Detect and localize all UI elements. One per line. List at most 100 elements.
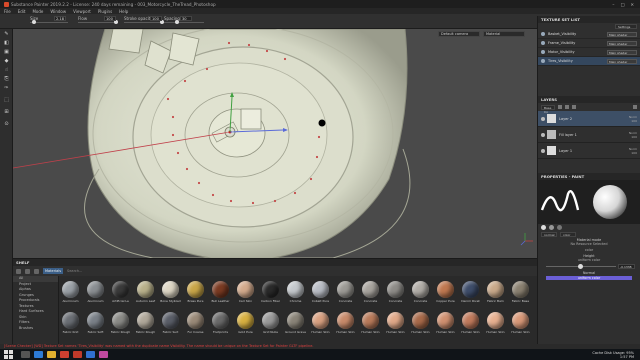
shelf-search-input[interactable]: Search... <box>67 269 82 273</box>
visibility-icon[interactable] <box>541 50 545 54</box>
color-picker-icon[interactable]: ✑ <box>3 85 10 92</box>
material-thumbnail[interactable]: Carbon Fiber <box>260 280 281 311</box>
import-icon[interactable] <box>25 268 30 274</box>
stencil-tab-icon[interactable] <box>557 225 562 230</box>
material-thumbnail[interactable]: Human Skin <box>360 311 381 342</box>
material-thumbnail[interactable]: Concrete <box>360 280 381 311</box>
menu-plugins[interactable]: Plugins <box>98 9 112 14</box>
material-thumbnail[interactable]: Fabric Knit <box>60 311 81 342</box>
material-thumbnail[interactable]: Carl Skin <box>235 280 256 311</box>
add-fill-layer-icon[interactable] <box>565 105 569 109</box>
folder-icon[interactable] <box>16 268 21 274</box>
stroke-opacity-value-field[interactable]: 100 <box>150 16 162 21</box>
material-thumbnail[interactable]: Human Skin <box>510 311 531 342</box>
menu-window[interactable]: Window <box>50 9 66 14</box>
shader-select[interactable]: Main shader <box>607 49 637 55</box>
material-thumbnail[interactable]: Concrete <box>335 280 356 311</box>
photoshop-icon[interactable] <box>86 351 95 358</box>
visibility-icon[interactable] <box>541 32 545 36</box>
material-thumbnail[interactable]: Autumn Leaf <box>135 280 156 311</box>
add-mask-icon[interactable] <box>572 105 576 109</box>
filter-tag[interactable]: Materials <box>43 268 64 274</box>
height-number-field[interactable]: -0.1338 <box>618 264 635 269</box>
polygon-fill-icon[interactable]: ◆ <box>3 58 10 65</box>
app-icon[interactable] <box>99 351 108 358</box>
spacing-slider-knob[interactable] <box>175 20 179 24</box>
texture-set-row[interactable]: Motor_Visibility Main shader <box>538 48 640 57</box>
material-thumbnail[interactable]: Chrome <box>285 280 306 311</box>
visibility-icon[interactable] <box>541 148 545 153</box>
layer-opacity[interactable]: 100 <box>631 119 637 123</box>
material-thumbnail[interactable]: Human Skin <box>460 311 481 342</box>
camera-icon[interactable]: ⊙ <box>3 121 10 128</box>
material-thumbnail[interactable]: Human Skin <box>310 311 331 342</box>
clone-icon[interactable]: ⎘ <box>3 76 10 83</box>
material-thumbnail[interactable]: Concrete <box>410 280 431 311</box>
menu-mode[interactable]: Mode <box>32 9 43 14</box>
material-thumbnail[interactable]: Ground Gravel <box>285 311 306 342</box>
menu-help[interactable]: Help <box>119 9 128 14</box>
layer-row[interactable]: Layer 1 Norm 100 <box>538 143 640 159</box>
visibility-icon[interactable] <box>541 41 545 45</box>
material-thumbnail[interactable]: Fabric Soft <box>85 311 106 342</box>
material-thumbnail[interactable]: Grid Nubs <box>260 311 281 342</box>
material-thumbnail[interactable]: Human Skin <box>385 311 406 342</box>
material-thumbnail[interactable]: Fabric Rough <box>135 311 156 342</box>
material-thumbnail[interactable]: Brass Pure <box>185 280 206 311</box>
material-thumbnail[interactable]: Human Skin <box>335 311 356 342</box>
visibility-icon[interactable] <box>541 116 545 121</box>
material-thumbnail[interactable]: Fabric Rough <box>110 311 131 342</box>
material-thumbnail[interactable]: Concrete <box>385 280 406 311</box>
texture-set-row[interactable]: Frame_Visibility Main shader <box>538 39 640 48</box>
geometry-mask-icon[interactable]: ⬚ <box>3 97 10 104</box>
material-thumbnail[interactable]: Human Skin <box>485 311 506 342</box>
paint-mode-select[interactable]: normal <box>541 232 557 237</box>
shader-select[interactable]: Main shader <box>607 31 637 37</box>
projection-icon[interactable]: ▣ <box>3 49 10 56</box>
material-thumbnail[interactable]: Denim Rivet <box>460 280 481 311</box>
height-slider-knob[interactable] <box>578 264 583 269</box>
material-thumbnail[interactable]: Bull Leather <box>210 280 231 311</box>
normal-value[interactable]: uniform color <box>546 276 632 280</box>
size-value-field[interactable]: 2.18 <box>54 16 66 21</box>
material-tab-icon[interactable] <box>549 225 554 230</box>
maximize-icon[interactable]: □ <box>621 2 625 7</box>
search-icon[interactable] <box>21 351 30 358</box>
clock-text[interactable]: 1:57 PM <box>592 355 634 359</box>
material-thumbnail[interactable]: Fabric Suit <box>160 311 181 342</box>
3d-viewport[interactable]: Default camera Material <box>13 29 537 258</box>
channel-select[interactable]: Material <box>483 31 525 37</box>
layer-row-selected[interactable]: Layer 2 Norm 100 <box>538 111 640 127</box>
brush-tab-icon[interactable] <box>541 225 546 230</box>
layer-row[interactable]: Fill layer 1 Norm 100 <box>538 127 640 143</box>
delete-layer-icon[interactable] <box>633 105 637 109</box>
spacing-slider[interactable] <box>164 22 204 23</box>
eraser-icon[interactable]: ◧ <box>3 40 10 47</box>
viewport-scene[interactable] <box>13 29 537 258</box>
layer-channel-select[interactable]: Base Co <box>541 104 555 114</box>
texture-set-row[interactable]: Basket_Visibility Main shader <box>538 30 640 39</box>
material-thumbnail[interactable]: Cobalt Pure <box>310 280 331 311</box>
size-slider-knob[interactable] <box>32 20 36 24</box>
menu-viewport[interactable]: Viewport <box>73 9 91 14</box>
smudge-icon[interactable]: ☝ <box>3 67 10 74</box>
material-thumbnail[interactable]: Human Skin <box>410 311 431 342</box>
shelf-category-item[interactable]: Brushes <box>13 326 58 332</box>
flow-value-field[interactable]: 100 <box>104 16 116 21</box>
material-thumbnail[interactable]: Bone Stylized <box>160 280 181 311</box>
material-thumbnail[interactable]: Footprints <box>210 311 231 342</box>
material-thumbnail[interactable]: Fabric Bam <box>485 280 506 311</box>
shader-select[interactable]: Main shader <box>607 58 637 64</box>
material-thumbnail[interactable]: Aluminium <box>85 280 106 311</box>
texture-set-row-selected[interactable]: Tires_Visibility Main shader <box>538 57 640 66</box>
camera-select[interactable]: Default camera <box>438 31 480 37</box>
start-menu-icon[interactable] <box>4 350 13 359</box>
material-channel-select[interactable]: color <box>560 232 576 237</box>
spacing-value-field[interactable]: 30 <box>180 16 192 21</box>
material-thumbnail[interactable]: Aluminium <box>60 280 81 311</box>
measure-icon[interactable]: ⊞ <box>3 109 10 116</box>
stroke-opacity-slider[interactable] <box>124 22 164 23</box>
material-thumbnail[interactable]: Fabric Base <box>510 280 531 311</box>
material-thumbnail[interactable]: Copper Pure <box>435 280 456 311</box>
flow-slider[interactable] <box>78 22 118 23</box>
